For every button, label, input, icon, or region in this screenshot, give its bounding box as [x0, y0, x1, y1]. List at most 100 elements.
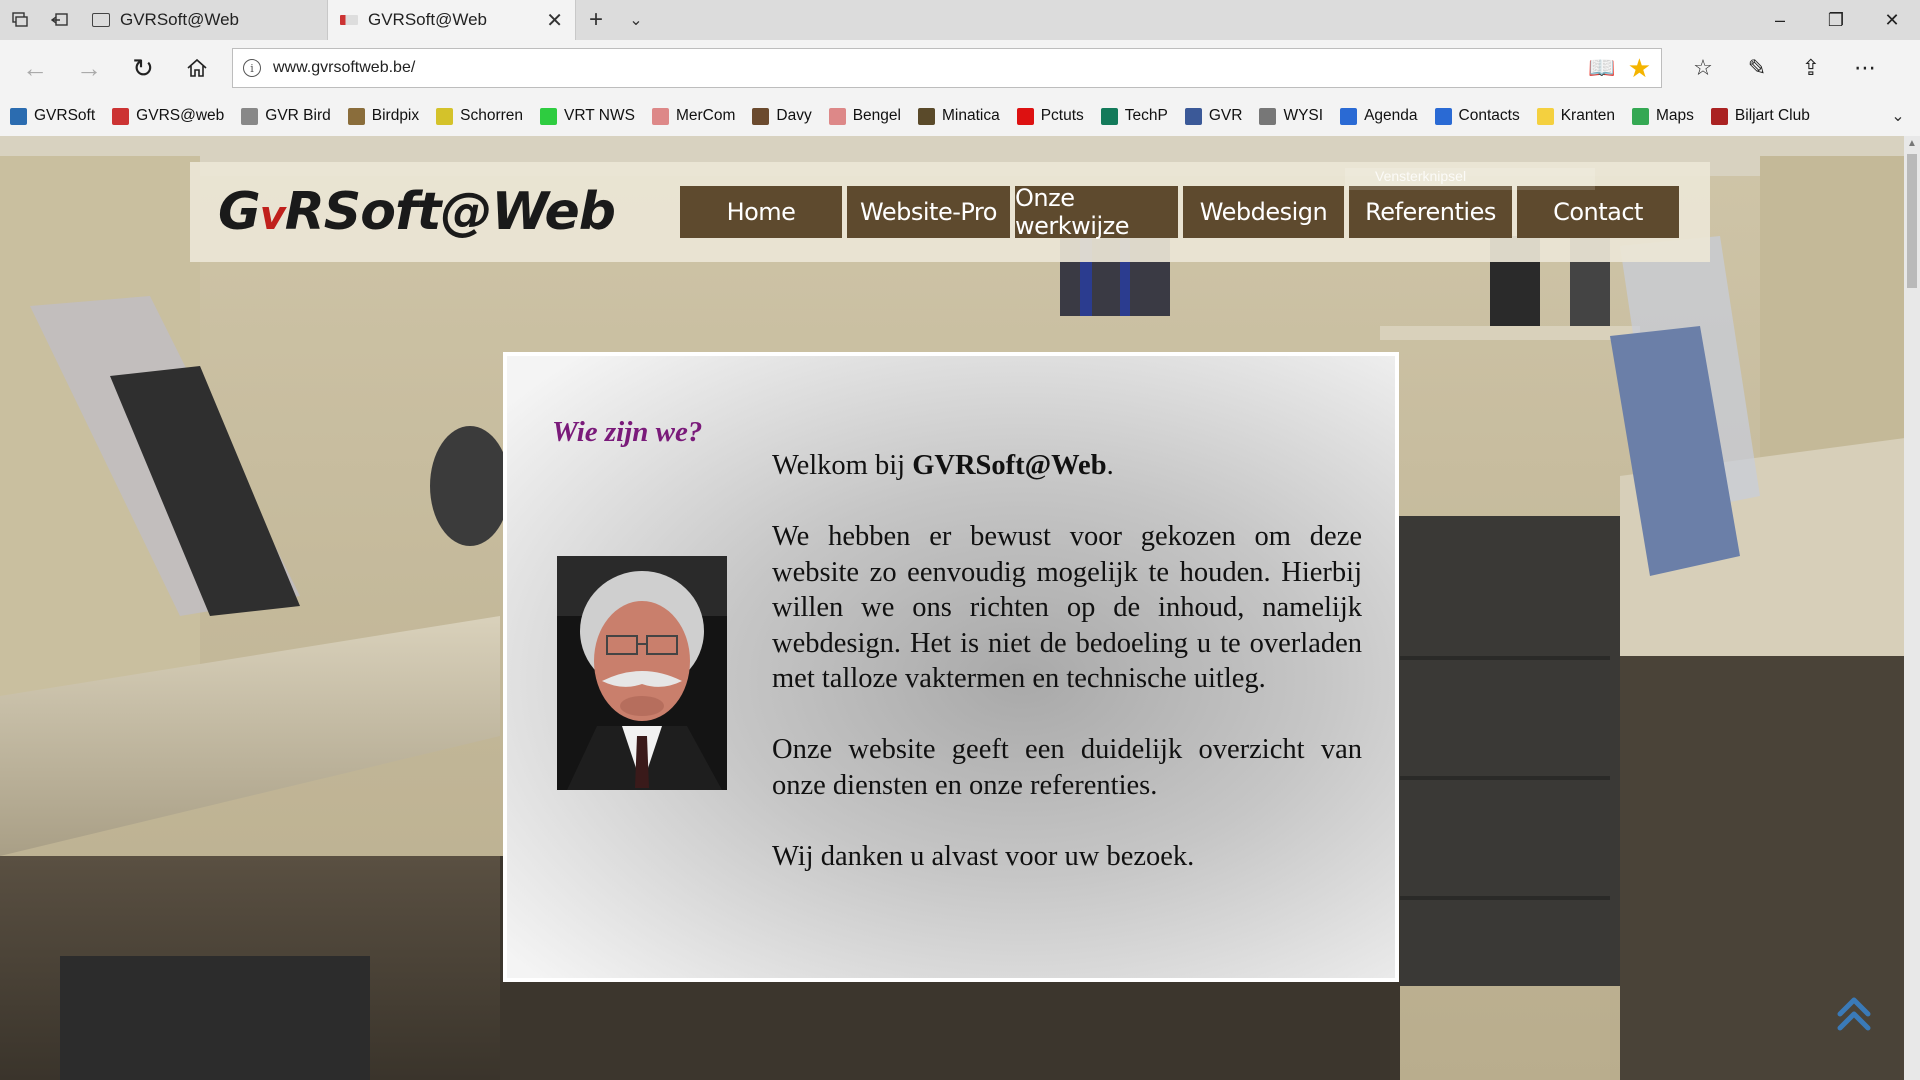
favorite-gvr-bird[interactable]: GVR Bird — [241, 107, 331, 125]
refresh-icon[interactable]: ↻ — [116, 46, 170, 90]
forward-arrow-icon[interactable]: → — [62, 46, 116, 90]
set-aside-glyph — [51, 13, 68, 26]
minimize-icon[interactable]: – — [1752, 0, 1808, 40]
favorite-label: MerCom — [675, 107, 736, 124]
url-text[interactable]: www.gvrsoftweb.be/ — [273, 59, 1576, 77]
favorite-site-icon — [1340, 107, 1358, 125]
favorite-site-icon — [1100, 107, 1118, 125]
home-icon[interactable] — [170, 46, 224, 90]
menu-referenties[interactable]: Referenties — [1349, 186, 1512, 238]
intro-paragraph-1: We hebben er bewust voor gekozen om deze… — [772, 521, 1362, 694]
favorite-maps[interactable]: Maps — [1632, 107, 1694, 125]
tab-2[interactable]: GVRSoft@Web ✕ — [328, 0, 576, 40]
scroll-up-arrow-icon[interactable]: ▲ — [1907, 138, 1917, 149]
chevron-down-icon[interactable]: ⌄ — [616, 0, 656, 40]
address-toolbar: ← → ↻ i www.gvrsoftweb.be/ 📖 ★ ☆ ✎ ⇪ ⋯ — [0, 40, 1920, 96]
favorite-label: VRT NWS — [564, 107, 635, 124]
favorite-pctuts[interactable]: Pctuts — [1016, 107, 1084, 125]
new-tab-icon[interactable]: + — [576, 0, 616, 40]
menu-webdesign[interactable]: Webdesign — [1183, 186, 1344, 238]
favorite-label: Schorren — [460, 107, 524, 124]
favorite-label: Birdpix — [371, 107, 420, 124]
favorite-contacts[interactable]: Contacts — [1434, 107, 1520, 125]
tab-bar: GVRSoft@Web GVRSoft@Web ✕ + ⌄ – ❐ ✕ — [0, 0, 1920, 40]
favorite-label: Bengel — [852, 107, 901, 124]
scroll-to-top-icon[interactable] — [1836, 992, 1872, 1032]
favorite-techp[interactable]: TechP — [1100, 107, 1168, 125]
vertical-scrollbar[interactable]: ▲ — [1904, 136, 1920, 1080]
favorite-bengel[interactable]: Bengel — [828, 107, 901, 125]
favorite-agenda[interactable]: Agenda — [1340, 107, 1418, 125]
pen-notes-icon[interactable]: ✎ — [1730, 46, 1784, 90]
favorite-label: Pctuts — [1040, 107, 1084, 124]
menu-contact[interactable]: Contact — [1517, 186, 1679, 238]
favorite-site-icon — [347, 107, 365, 125]
intro-text: Welkom bij GVRSoft@Web. We hebben er bew… — [772, 448, 1362, 910]
page-icon — [92, 13, 110, 27]
favorite-site-icon — [112, 107, 130, 125]
scrollbar-thumb[interactable] — [1907, 154, 1917, 288]
page-viewport: GvRSoft@Web Home Website-Pro Onze werkwi… — [0, 136, 1920, 1080]
tab-1[interactable]: GVRSoft@Web — [80, 0, 328, 40]
more-menu-icon[interactable]: ⋯ — [1838, 46, 1892, 90]
favorite-schorren[interactable]: Schorren — [436, 107, 523, 125]
favorite-star-icon[interactable]: ★ — [1628, 53, 1651, 84]
site-logo[interactable]: GvRSoft@Web — [218, 182, 616, 242]
favorite-label: Contacts — [1458, 107, 1520, 124]
browser-tools: ☆ ✎ ⇪ ⋯ — [1676, 46, 1892, 90]
logo-text-start: G — [218, 182, 261, 242]
menu-home[interactable]: Home — [680, 186, 842, 238]
section-title: Wie zijn we? — [552, 416, 703, 448]
favorites-overflow-chevron-icon[interactable]: ⌄ — [1876, 106, 1920, 126]
favorite-label: Maps — [1656, 107, 1694, 124]
restore-icon[interactable]: ❐ — [1808, 0, 1864, 40]
site-favicon-icon — [340, 15, 358, 25]
favorite-vrt-nws[interactable]: VRT NWS — [540, 107, 635, 125]
favorite-mercom[interactable]: MerCom — [651, 107, 736, 125]
favorite-biljart-club[interactable]: Biljart Club — [1710, 107, 1810, 125]
favorite-wysi[interactable]: WYSI — [1259, 107, 1323, 125]
favorite-site-icon — [1434, 107, 1452, 125]
favorite-site-icon — [1632, 107, 1650, 125]
content-panel: Wie zijn we? Welkom bij GVRSoft@Web. We … — [503, 352, 1399, 982]
favorites-hub-icon[interactable]: ☆ — [1676, 46, 1730, 90]
close-window-icon[interactable]: ✕ — [1864, 0, 1920, 40]
site-info-icon[interactable]: i — [243, 59, 261, 77]
close-tab-icon[interactable]: ✕ — [546, 8, 563, 33]
address-field[interactable]: i www.gvrsoftweb.be/ 📖 ★ — [232, 48, 1662, 88]
favorite-site-icon — [540, 107, 558, 125]
favorite-gvrs-web[interactable]: GVRS@web — [112, 107, 224, 125]
favorite-label: GVR Bird — [265, 107, 331, 124]
favorite-label: Biljart Club — [1734, 107, 1810, 124]
menu-onze-werkwijze[interactable]: Onze werkwijze — [1015, 184, 1178, 240]
favorite-label: Minatica — [941, 107, 1000, 124]
favorite-site-icon — [1259, 107, 1277, 125]
menu-website-pro[interactable]: Website-Pro — [847, 186, 1010, 238]
favorite-gvr[interactable]: GVR — [1184, 107, 1243, 125]
favorite-site-icon — [1710, 107, 1728, 125]
favorite-minatica[interactable]: Minatica — [917, 107, 1000, 125]
intro-paragraph-2: Onze website geeft een duidelijk overzic… — [772, 734, 1362, 801]
main-menu: Home Website-Pro Onze werkwijze Webdesig… — [680, 184, 1679, 240]
favorite-birdpix[interactable]: Birdpix — [347, 107, 420, 125]
tab-actions-icon[interactable] — [0, 0, 40, 40]
back-arrow-icon[interactable]: ← — [8, 46, 62, 90]
snip-overlay-hint: Vensterknipsel — [1345, 168, 1595, 190]
favorite-site-icon — [828, 107, 846, 125]
favorite-label: GVR — [1208, 107, 1243, 124]
favorite-label: GVRS@web — [136, 107, 225, 124]
logo-text-end: RSoft@Web — [284, 182, 616, 242]
reading-view-icon[interactable]: 📖 — [1588, 55, 1615, 81]
intro-paragraph-3: Wij danken u alvast voor uw bezoek. — [772, 840, 1195, 872]
favorite-gvrsoft[interactable]: GVRSoft — [10, 107, 95, 125]
welcome-line: Welkom bij GVRSoft@Web. — [772, 448, 1362, 484]
favorite-site-icon — [1536, 107, 1554, 125]
favorite-davy[interactable]: Davy — [752, 107, 812, 125]
welcome-prefix: Welkom bij — [772, 450, 913, 481]
portrait-photo — [557, 556, 727, 790]
set-aside-tabs-icon[interactable] — [40, 0, 80, 40]
favorite-kranten[interactable]: Kranten — [1536, 107, 1615, 125]
favorites-bar: GVRSoft GVRS@web GVR Bird Birdpix Schorren VR… — [0, 96, 1920, 136]
tab-1-title: GVRSoft@Web — [120, 10, 239, 29]
share-icon[interactable]: ⇪ — [1784, 46, 1838, 90]
